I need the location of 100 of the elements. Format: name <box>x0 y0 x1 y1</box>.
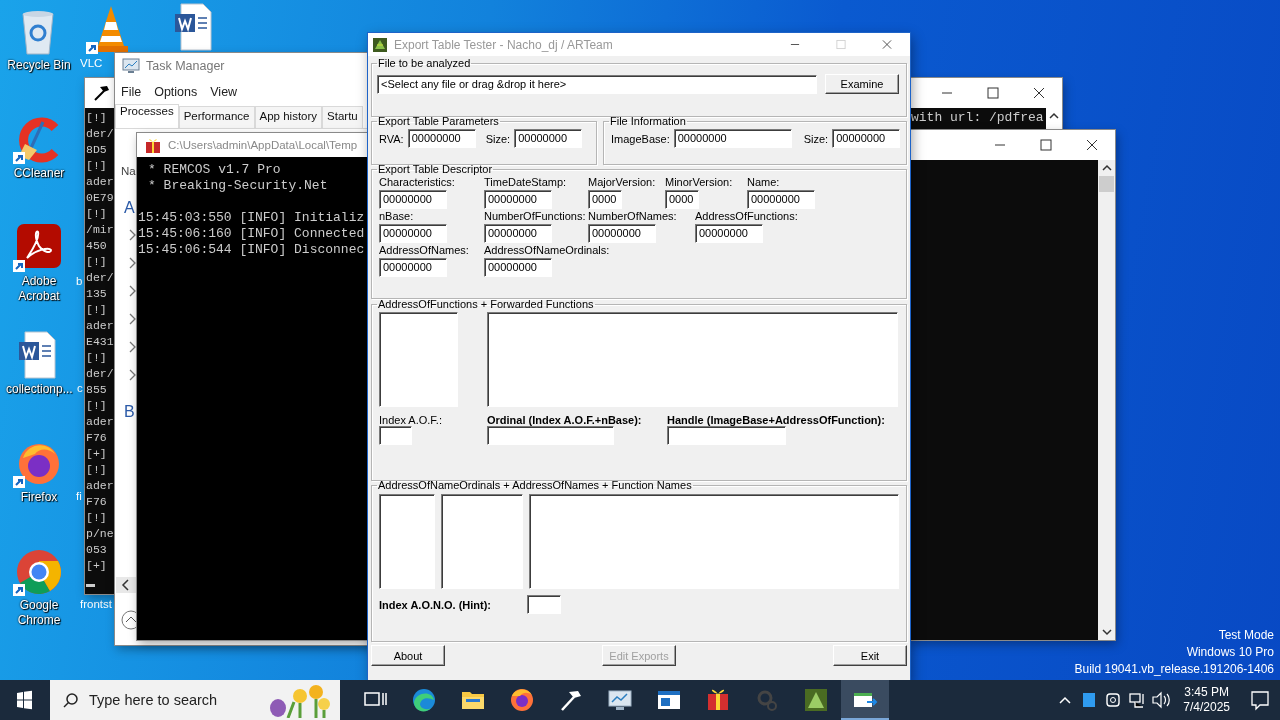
watermark-text: Test Mode <box>1218 627 1274 644</box>
chevron-right-icon[interactable] <box>127 341 137 353</box>
input-field[interactable] <box>667 426 786 445</box>
console-line: [+] <box>86 558 107 574</box>
chevron-right-icon[interactable] <box>127 313 137 325</box>
list-box[interactable] <box>379 312 458 407</box>
field-label: Index A.O.N.O. (Hint): <box>379 598 493 611</box>
field-label: ImageBase: <box>611 132 670 145</box>
console-line: 855 <box>86 382 107 398</box>
input-field[interactable]: 0000 <box>665 190 699 209</box>
tab[interactable]: Startu <box>322 106 363 128</box>
input-field[interactable]: 00000000 <box>695 224 763 243</box>
input-field[interactable]: 00000000 <box>514 129 583 148</box>
console-line: [+] <box>86 446 107 462</box>
window-title: C:\Users\admin\AppData\Local\Temp <box>168 139 358 151</box>
field-label: nBase: <box>379 210 415 223</box>
tab[interactable]: App history <box>254 106 323 128</box>
input-field[interactable] <box>379 426 412 445</box>
chevron-right-icon[interactable] <box>127 285 137 297</box>
console-line: F76 <box>86 494 107 510</box>
group-title: AddressOfFunctions + Forwarded Functions <box>377 298 595 310</box>
field-label: NumberOfNames: <box>588 210 678 223</box>
console-line: [!] <box>86 462 107 478</box>
input-field[interactable]: 00000000 <box>588 224 656 243</box>
scroll-thumb[interactable] <box>1099 176 1114 192</box>
input-field[interactable] <box>487 426 614 445</box>
console-line: with url: /pdfrea <box>911 110 1044 126</box>
tab[interactable]: Processes <box>115 104 179 128</box>
input-field[interactable] <box>527 595 561 614</box>
field-label: AddressOfFunctions: <box>695 210 799 223</box>
input-field[interactable]: <Select any file or drag &drop it here> <box>377 74 817 94</box>
search-placeholder: Type here to search <box>89 692 218 708</box>
search-field[interactable]: Type here to search <box>50 680 340 720</box>
input-field[interactable]: 00000000 <box>379 190 447 209</box>
console-line: 0E79 <box>86 190 114 206</box>
group-title: Export Table Descriptor <box>377 163 494 175</box>
console-line: [!] <box>86 350 107 366</box>
menu-item[interactable]: Options <box>154 85 205 99</box>
field-label: MinorVersion: <box>665 176 734 189</box>
console-line: [!] <box>86 302 107 318</box>
group-title: File Information <box>609 115 687 127</box>
console-line: [!] <box>86 110 107 126</box>
chevron-right-icon[interactable] <box>127 257 137 269</box>
list-box[interactable] <box>441 494 523 589</box>
input-field[interactable]: 00000000 <box>407 129 476 148</box>
chevron-right-icon[interactable] <box>127 369 137 381</box>
console-line: [!] <box>86 510 107 526</box>
examine-button[interactable]: Examine <box>825 74 899 94</box>
field-label: Characteristics: <box>379 176 456 189</box>
input-field[interactable]: 00000000 <box>832 129 901 148</box>
field-label: TimeDateStamp: <box>484 176 568 189</box>
console-line: * REMCOS v1.7 Pro <box>147 162 281 178</box>
hammer-icon <box>92 84 110 102</box>
monitor-icon <box>122 58 140 74</box>
console-line: E431 <box>86 334 114 350</box>
watermark-text: Windows 10 Pro <box>1186 644 1274 661</box>
dialog-button[interactable]: About <box>371 645 445 666</box>
console-line: der/ <box>86 366 114 382</box>
console-line: p/ne <box>86 526 114 542</box>
console-line: 450 <box>86 238 107 254</box>
console-line: /mir <box>86 222 114 238</box>
scrollbar[interactable] <box>1098 160 1115 640</box>
field-label: Ordinal (Index A.O.F.+nBase): <box>487 414 643 426</box>
console-line: ader <box>86 174 114 190</box>
console-line: 8D5 <box>86 142 107 158</box>
clock-time: 3:45 PM <box>1184 685 1229 700</box>
console-line: [!] <box>86 158 107 174</box>
field-label: MajorVersion: <box>588 176 657 189</box>
group-header: A <box>124 199 135 218</box>
input-field[interactable]: 00000000 <box>673 129 792 148</box>
clock[interactable]: 3:45 PM 7/4/2025 <box>1173 685 1240 715</box>
chevron-right-icon[interactable] <box>127 229 137 241</box>
console-line: der/ <box>86 270 114 286</box>
input-field[interactable]: 00000000 <box>747 190 815 209</box>
console-line: ader <box>86 318 114 334</box>
console-line: F76 <box>86 430 107 446</box>
text-cursor <box>86 584 95 587</box>
console-line: 15:45:06:544 [INFO] Disconnec <box>138 242 365 258</box>
tab[interactable]: Performance <box>178 106 255 128</box>
clock-date: 7/4/2025 <box>1183 700 1230 715</box>
input-field[interactable]: 00000000 <box>484 190 552 209</box>
menu-item[interactable]: View <box>210 85 245 99</box>
field-label: NumberOfFunctions: <box>484 210 587 223</box>
menu-item[interactable]: File <box>121 85 149 99</box>
input-field[interactable]: 00000000 <box>484 258 552 277</box>
watermark-text: Build 19041.vb_release.191206-1406 <box>1074 661 1274 678</box>
field-label: Index A.O.F.: <box>379 414 443 426</box>
console-line: ader <box>86 414 114 430</box>
input-field[interactable]: 00000000 <box>379 224 447 243</box>
field-label: Handle (ImageBase+AddressOfFunction): <box>667 414 886 426</box>
gift-icon <box>144 136 162 154</box>
console-line: der/ <box>86 126 114 142</box>
input-field[interactable]: 0000 <box>588 190 622 209</box>
field-label: RVA: <box>379 132 404 145</box>
list-box[interactable] <box>379 494 435 589</box>
input-field[interactable]: 00000000 <box>484 224 552 243</box>
scroll-left-icon[interactable] <box>121 579 131 591</box>
dialog-button[interactable]: Exit <box>833 645 907 666</box>
input-field[interactable]: 00000000 <box>379 258 447 277</box>
scrollbar[interactable] <box>116 577 136 593</box>
